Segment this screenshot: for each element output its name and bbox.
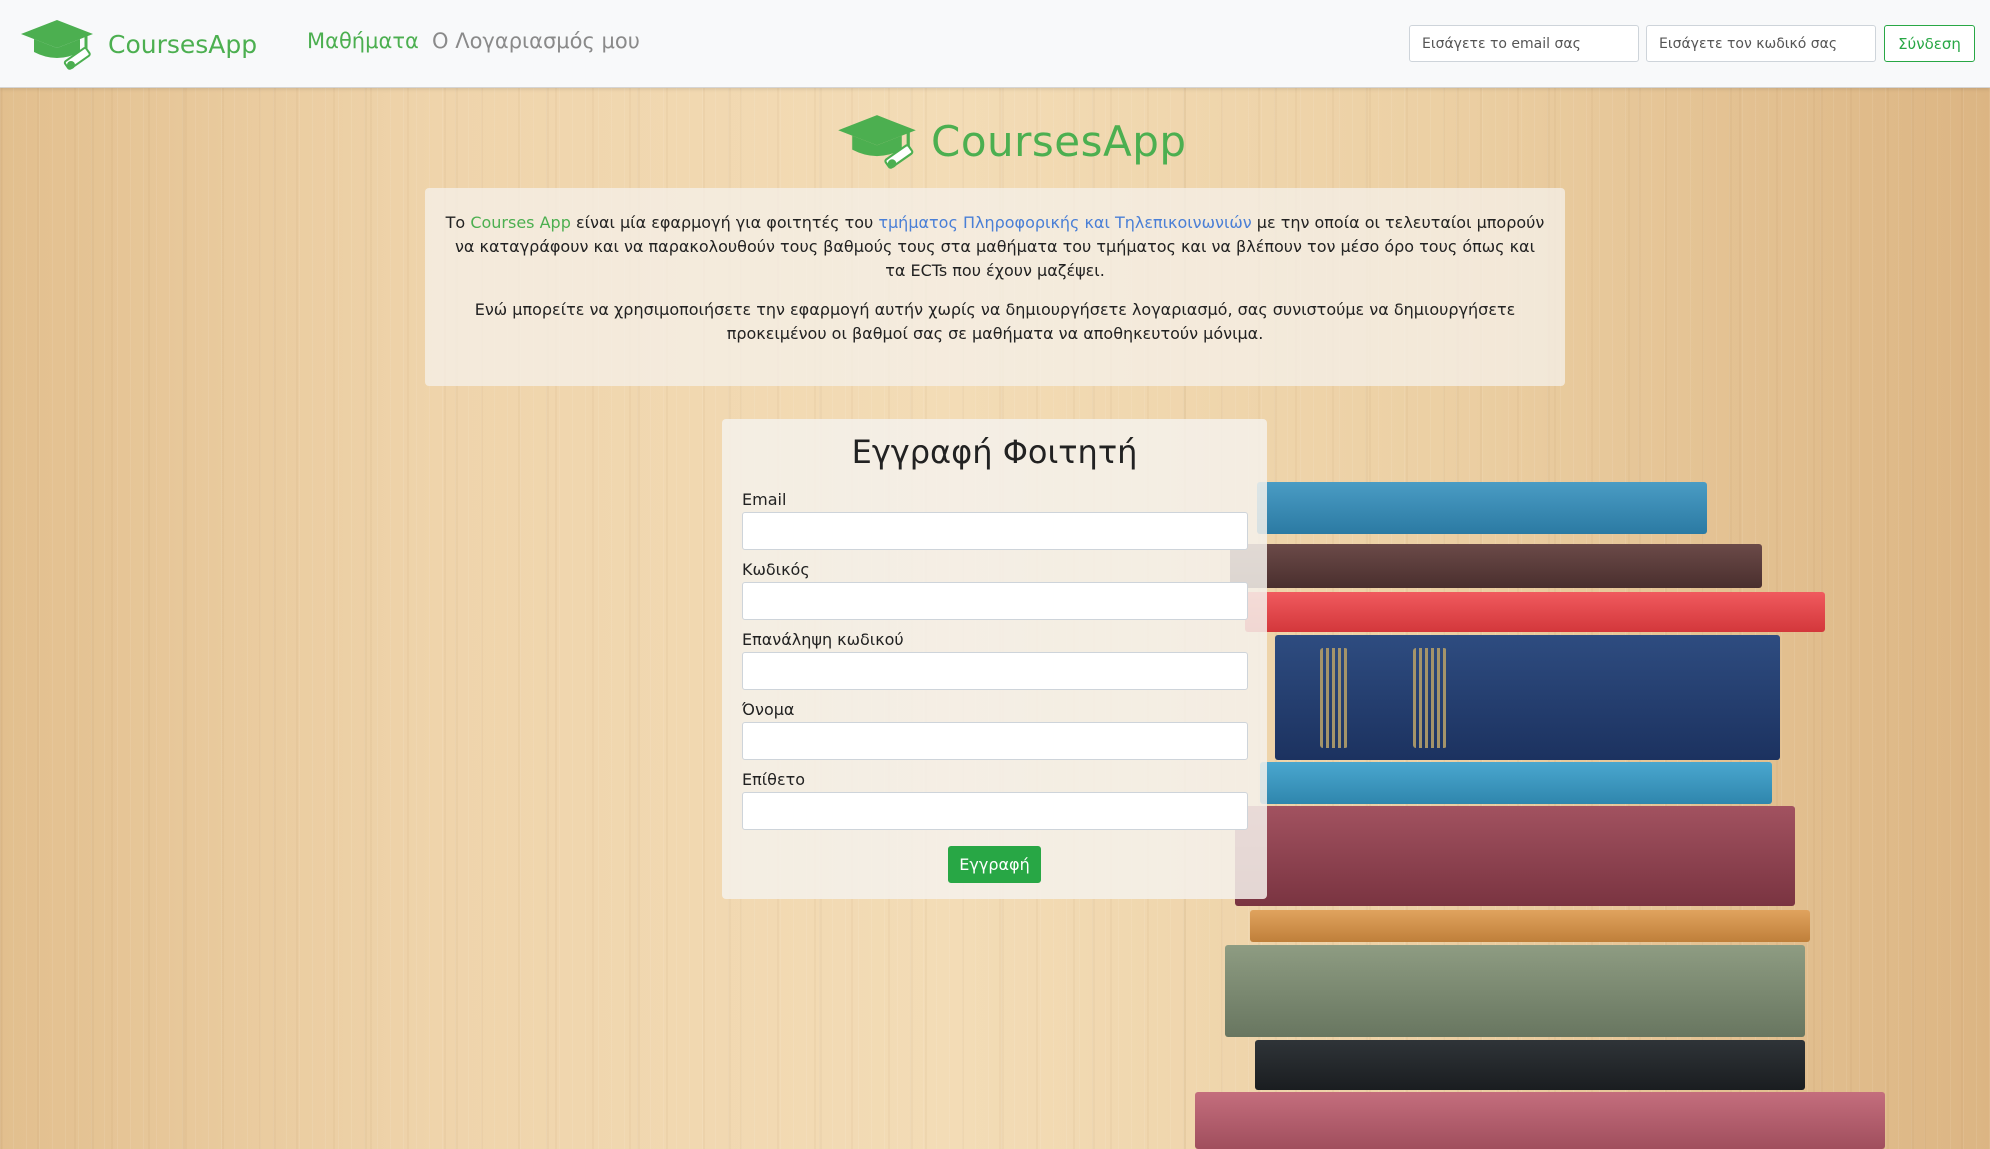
password-label: Κωδικός: [742, 560, 810, 579]
hero-title: CoursesApp: [931, 116, 1187, 166]
intro-text: Το: [445, 213, 471, 232]
books-stack-image: [1185, 470, 1885, 1149]
intro-text: είναι μία εφαρμογή για φοιτητές του: [570, 213, 879, 232]
book: [1235, 806, 1795, 906]
navbar-email-input[interactable]: [1409, 25, 1639, 62]
hero-logo: CoursesApp: [837, 113, 1187, 169]
department-link[interactable]: τμήματος Πληροφορικής και Τηλεπικοινωνιώ…: [878, 213, 1251, 232]
brand-name: CoursesApp: [108, 29, 258, 59]
graduation-cap-icon: [838, 115, 916, 169]
confirm-password-field[interactable]: [742, 652, 1248, 690]
nav-link-courses[interactable]: Μαθήματα: [307, 29, 419, 53]
top-navbar: CoursesApp Μαθήματα Ο Λογαριασμός μου Σύ…: [0, 0, 1990, 88]
graduation-cap-icon: [21, 20, 93, 70]
password-field[interactable]: [742, 582, 1248, 620]
register-button[interactable]: Εγγραφή: [948, 846, 1041, 883]
book: [1413, 648, 1447, 748]
navbar-brand[interactable]: CoursesApp: [20, 18, 257, 70]
login-button[interactable]: Σύνδεση: [1884, 25, 1975, 62]
confirm-password-label: Επανάληψη κωδικού: [742, 630, 904, 649]
intro-box: Το Courses App είναι μία εφαρμογή για φο…: [425, 188, 1565, 386]
book: [1255, 1040, 1805, 1090]
nav-link-my-account[interactable]: Ο Λογαριασμός μου: [432, 29, 640, 53]
registration-form: Εγγραφή Φοιτητή Email Κωδικός Επανάληψη …: [722, 419, 1267, 899]
first-name-field[interactable]: [742, 722, 1248, 760]
first-name-label: Όνομα: [742, 700, 795, 719]
app-name-highlight: Courses App: [470, 213, 571, 232]
book: [1250, 910, 1810, 942]
book: [1195, 1092, 1885, 1149]
book: [1257, 482, 1707, 534]
book: [1245, 592, 1825, 632]
intro-paragraph-1: Το Courses App είναι μία εφαρμογή για φο…: [445, 211, 1545, 283]
email-label: Email: [742, 490, 787, 509]
last-name-field[interactable]: [742, 792, 1248, 830]
form-title: Εγγραφή Φοιτητή: [851, 433, 1138, 471]
navbar-password-input[interactable]: [1646, 25, 1876, 62]
book: [1320, 648, 1348, 748]
book: [1275, 635, 1780, 760]
book: [1260, 762, 1772, 804]
book: [1230, 544, 1762, 588]
last-name-label: Επίθετο: [742, 770, 806, 789]
book: [1225, 945, 1805, 1037]
email-field[interactable]: [742, 512, 1248, 550]
intro-paragraph-2: Ενώ μπορείτε να χρησιμοποιήσετε την εφαρ…: [474, 300, 1516, 343]
